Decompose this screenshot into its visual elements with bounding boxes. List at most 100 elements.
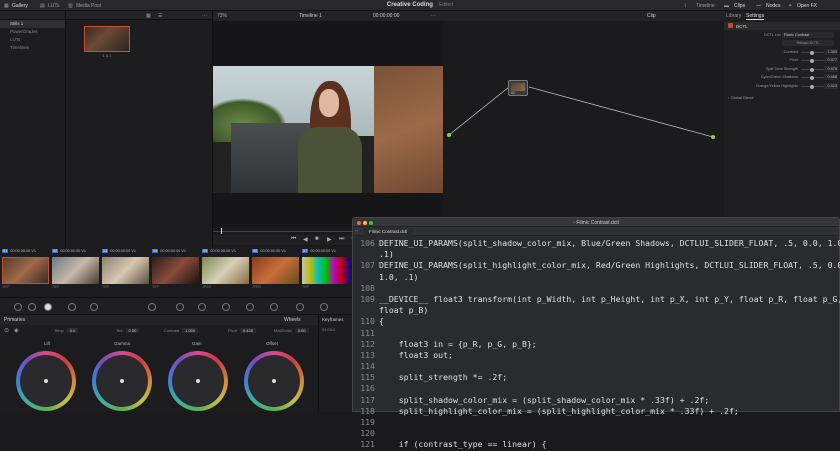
param-value[interactable]: 0.578 xyxy=(824,66,838,72)
code-line[interactable]: 109 __DEVICE__ float3 transform(int p_Wid… xyxy=(353,294,840,305)
gain-wheel[interactable] xyxy=(168,351,228,411)
temp-param[interactable]: Temp 0.0 xyxy=(54,328,79,333)
motion-effects-icon[interactable] xyxy=(90,303,98,311)
3d-icon[interactable] xyxy=(320,303,328,311)
code-line[interactable]: 117 split_shadow_color_mix = (split_shad… xyxy=(353,395,839,406)
code-line[interactable]: 116 xyxy=(353,383,839,394)
code-line[interactable]: 1.0, .1) xyxy=(353,272,839,283)
code-line[interactable]: float p_B) xyxy=(353,305,839,316)
gamma-wheel[interactable] xyxy=(92,351,152,411)
grid-view-icon[interactable]: ▦ xyxy=(146,13,151,19)
lift-wheel[interactable] xyxy=(16,351,76,411)
clip-thumbnail[interactable] xyxy=(152,257,199,284)
param-value[interactable]: 0.477 xyxy=(824,57,838,63)
slider-knob[interactable] xyxy=(810,50,814,55)
window-icon[interactable] xyxy=(198,303,206,311)
first-frame-icon[interactable]: ⏮ xyxy=(291,236,296,243)
param-value[interactable]: 0.523 xyxy=(824,83,838,89)
key-icon[interactable] xyxy=(270,303,278,311)
clip-thumbnail[interactable] xyxy=(102,257,149,284)
slider-knob[interactable] xyxy=(810,84,814,89)
tab-nav-icon[interactable]: ‹› xyxy=(355,228,358,233)
viewer-frame[interactable] xyxy=(213,66,443,193)
slider-knob[interactable] xyxy=(810,58,814,63)
param-value[interactable]: 1.383 xyxy=(824,49,838,55)
pivot-param[interactable]: Pivot 0.435 xyxy=(228,328,256,333)
node-graph[interactable] xyxy=(443,21,724,245)
clips-icon[interactable]: ▬ xyxy=(724,3,729,9)
auto-balance-icon[interactable]: ⊙ xyxy=(4,327,9,334)
code-line[interactable]: 114 xyxy=(353,361,839,372)
tab-nodes[interactable]: Nodes xyxy=(766,3,780,9)
still-thumbnail[interactable] xyxy=(84,26,130,52)
contrast-param[interactable]: Contrast 1.000 xyxy=(164,328,199,333)
list-view-icon[interactable]: ☰ xyxy=(158,13,162,19)
viewer-options-icon[interactable]: ⋯ xyxy=(431,13,436,19)
code-line[interactable]: 120 xyxy=(353,428,839,439)
color-match-icon[interactable] xyxy=(28,303,36,311)
code-area[interactable]: 106 DEFINE_UI_PARAMS(split_shadow_color_m… xyxy=(353,238,840,451)
tab-timeline[interactable]: Timeline xyxy=(696,3,715,9)
code-line[interactable]: 112 float3 in = {p_R, p_G, p_B}; xyxy=(353,339,839,350)
reverse-icon[interactable]: ◀ xyxy=(303,236,308,243)
slider-knob[interactable] xyxy=(810,67,814,72)
sizing-icon[interactable] xyxy=(296,303,304,311)
play-icon[interactable]: ▶ xyxy=(327,236,332,243)
tab-clips[interactable]: Clips xyxy=(734,3,745,9)
zoom-select[interactable]: 73% xyxy=(217,13,227,19)
tab-settings[interactable]: Settings xyxy=(746,13,765,20)
tab-library[interactable]: Library xyxy=(726,13,741,19)
album-item[interactable]: PowerGrades xyxy=(0,28,65,36)
last-frame-icon[interactable]: ⏭ xyxy=(339,236,344,243)
clip-label: TIFF xyxy=(302,285,310,289)
code-line[interactable]: 108 xyxy=(353,283,839,294)
timeline-select[interactable]: Timeline 1 xyxy=(299,13,322,19)
album-item[interactable]: LUTs xyxy=(0,36,65,44)
clip-thumbnail[interactable] xyxy=(202,257,249,284)
timeline-icon[interactable]: ⌇ xyxy=(684,3,686,9)
code-line[interactable]: 110 { xyxy=(353,316,839,327)
tracker-icon[interactable] xyxy=(222,303,230,311)
code-line[interactable]: 106 DEFINE_UI_PARAMS(split_shadow_color_m… xyxy=(353,238,840,249)
album-item[interactable]: Timelines xyxy=(0,44,65,52)
param-value[interactable]: 0.468 xyxy=(824,74,838,80)
clip-thumbnail[interactable] xyxy=(52,257,99,284)
offset-wheel[interactable] xyxy=(244,351,304,411)
editor-tab[interactable]: Filmic Contrast.dctl xyxy=(363,228,414,236)
rgb-mixer-icon[interactable] xyxy=(68,303,76,311)
global-blend-toggle[interactable]: › Global Blend xyxy=(728,95,753,100)
dctl-list-select[interactable]: Filmic Contrast xyxy=(782,32,834,38)
slider-knob[interactable] xyxy=(810,75,814,80)
clip-thumbnail[interactable] xyxy=(2,257,49,284)
picker-icon[interactable]: ◈ xyxy=(14,327,19,334)
clip-thumbnail[interactable] xyxy=(252,257,299,284)
code-line[interactable]: .1) xyxy=(353,249,839,260)
code-line[interactable]: 121 if (contrast_type == linear) { xyxy=(353,439,839,450)
more-icon[interactable]: ⋯ xyxy=(202,13,207,19)
tint-param[interactable]: Tint 0.00 xyxy=(116,328,140,333)
code-line[interactable]: 111 xyxy=(353,328,839,339)
openfx-icon[interactable]: ✦ xyxy=(788,3,792,9)
code-line[interactable]: 107 DEFINE_UI_PARAMS(split_highlight_colo… xyxy=(353,260,840,271)
album-item[interactable]: Stills 1 xyxy=(0,20,65,28)
stop-icon[interactable]: ■ xyxy=(315,236,319,242)
corrector-node[interactable]: 01 xyxy=(508,80,528,96)
code-line[interactable]: 118 split_highlight_color_mix = (split_h… xyxy=(353,406,839,417)
tab-openfx[interactable]: Open FX xyxy=(797,3,817,9)
node-mode-select[interactable]: Clip xyxy=(647,13,656,19)
clip-thumbnail[interactable] xyxy=(302,257,350,284)
blur-icon[interactable] xyxy=(246,303,254,311)
code-line[interactable]: 119 xyxy=(353,417,839,428)
color-wheels-icon[interactable] xyxy=(44,303,52,311)
code-line[interactable]: 113 float3 out; xyxy=(353,350,839,361)
curves-icon[interactable] xyxy=(148,303,156,311)
dctl-section-header[interactable]: DCTL xyxy=(724,22,840,30)
wheels-mode-select[interactable]: Wheels xyxy=(284,317,301,323)
nodes-icon[interactable]: ⊶ xyxy=(756,3,761,9)
camera-raw-icon[interactable] xyxy=(14,303,22,311)
reload-dctl-button[interactable]: Reload DCTL xyxy=(782,40,834,46)
code-line[interactable]: 115 split_strength *= .2f; xyxy=(353,372,839,383)
middetail-param[interactable]: Mid/Detail 0.00 xyxy=(274,328,309,333)
dctl-enable-toggle[interactable] xyxy=(728,23,733,28)
qualifier-icon[interactable] xyxy=(176,303,184,311)
